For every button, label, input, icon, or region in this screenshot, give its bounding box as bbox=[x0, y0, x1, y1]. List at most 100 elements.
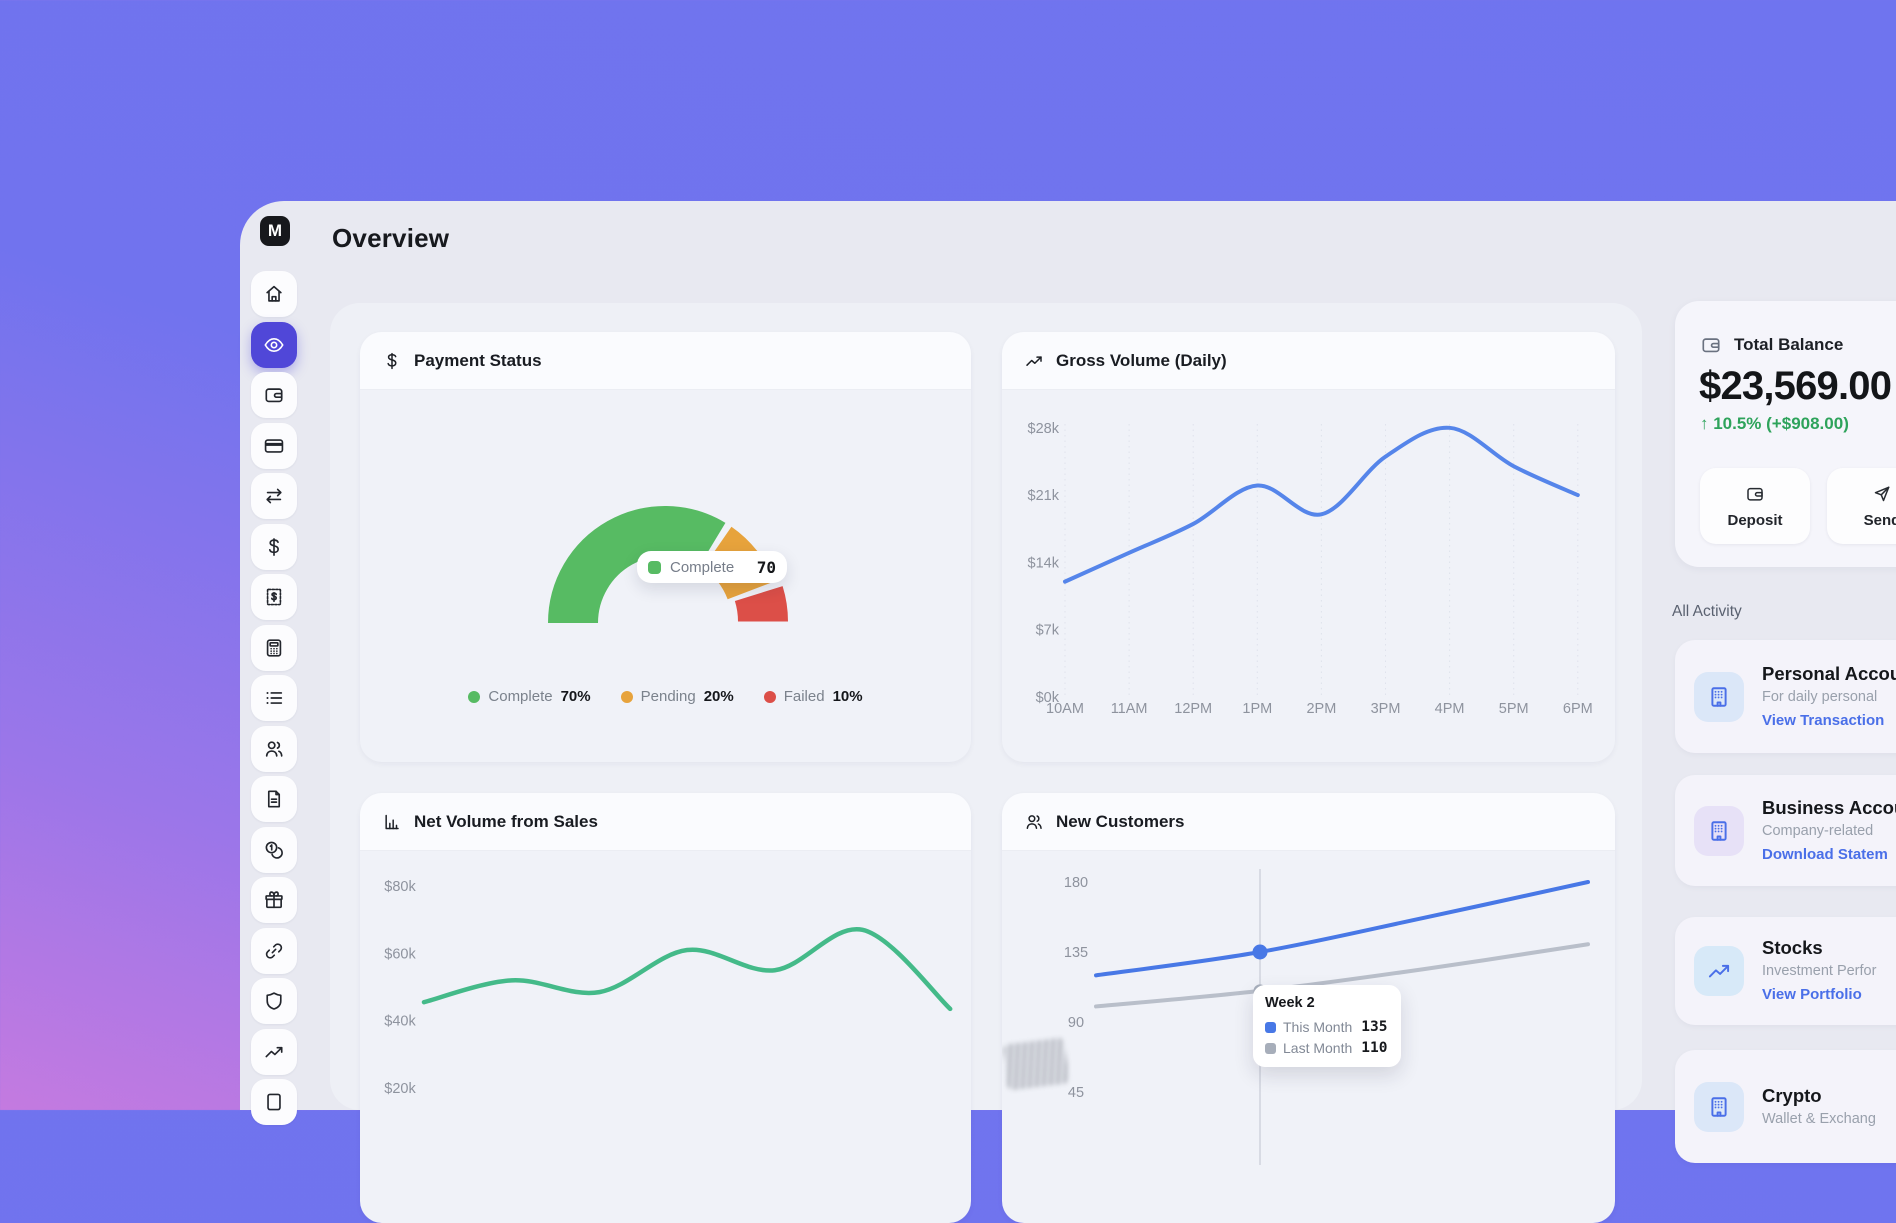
y-axis-label: $28k bbox=[1028, 421, 1060, 437]
total-balance-label: Total Balance bbox=[1734, 335, 1843, 355]
link-icon bbox=[263, 940, 285, 962]
shield-icon bbox=[263, 990, 285, 1012]
data-point-marker-this-month bbox=[1253, 945, 1268, 960]
sidebar-item-gift[interactable] bbox=[251, 877, 297, 923]
sidebar-item-eye[interactable] bbox=[251, 322, 297, 368]
sidebar-item-calculator[interactable] bbox=[251, 625, 297, 671]
activity-subtitle: Investment Perfor bbox=[1762, 960, 1876, 982]
app-logo-letter: M bbox=[268, 221, 282, 241]
activity-text: StocksInvestment PerforView Portfolio bbox=[1762, 917, 1876, 1025]
sidebar-item-receipt[interactable] bbox=[251, 574, 297, 620]
y-axis-label: $80k bbox=[384, 879, 416, 895]
y-axis-label: $40k bbox=[384, 1014, 416, 1030]
send-button[interactable]: Send bbox=[1827, 468, 1896, 544]
x-axis-label: 3PM bbox=[1371, 701, 1401, 717]
sidebar-item-credit-card[interactable] bbox=[251, 423, 297, 469]
gross-volume-line-chart: $0k$7k$14k$21k$28k10AM11AM12PM1PM2PM3PM4… bbox=[1002, 360, 1615, 732]
sidebar-item-shield[interactable] bbox=[251, 978, 297, 1024]
home-icon bbox=[263, 283, 285, 305]
new-customers-line-chart: 180 135 90 45 bbox=[1002, 793, 1615, 1165]
gauge-tooltip-value: 70 bbox=[757, 558, 776, 577]
gift-icon bbox=[263, 889, 285, 911]
y-axis-label: 135 bbox=[1064, 945, 1088, 961]
deposit-button[interactable]: Deposit bbox=[1700, 468, 1810, 544]
y-axis-label: $7k bbox=[1036, 623, 1060, 639]
activity-card-business-account[interactable]: Business AccountCompany-relatedDownload … bbox=[1675, 775, 1896, 886]
y-axis-label: 180 bbox=[1064, 875, 1088, 891]
sidebar-item-device[interactable] bbox=[251, 1079, 297, 1125]
trending-up-icon bbox=[1706, 958, 1732, 984]
new-customers-card: New Customers 1801359045 Week 2 This Mon… bbox=[1002, 793, 1615, 1223]
smudge-artifact bbox=[1002, 1037, 1069, 1090]
legend-item-failed: Failed 10% bbox=[764, 688, 863, 705]
new-customers-tooltip: Week 2 This Month135Last Month110 bbox=[1253, 985, 1401, 1067]
sidebar-item-transfer-arrows[interactable] bbox=[251, 473, 297, 519]
tooltip-label: This Month bbox=[1283, 1019, 1352, 1035]
app-logo[interactable]: M bbox=[260, 216, 290, 246]
payment-status-card: Payment Status Complete 70 Complete70%Pe… bbox=[360, 332, 971, 762]
tooltip-value: 135 bbox=[1361, 1019, 1387, 1035]
y-axis-label: $14k bbox=[1028, 555, 1060, 571]
users-icon bbox=[263, 738, 285, 760]
x-axis-label: 2PM bbox=[1306, 701, 1336, 717]
activity-text: Personal AccountFor daily personalView T… bbox=[1762, 640, 1896, 753]
activity-icon-box bbox=[1694, 946, 1744, 996]
sidebar-item-users[interactable] bbox=[251, 726, 297, 772]
activity-link[interactable]: View Portfolio bbox=[1762, 982, 1876, 1007]
gross-volume-card: Gross Volume (Daily) $0k$7k$14k$21k$28k1… bbox=[1002, 332, 1615, 762]
activity-subtitle: For daily personal bbox=[1762, 686, 1896, 708]
coins-icon bbox=[263, 839, 285, 861]
activity-title: Crypto bbox=[1762, 1083, 1876, 1108]
sidebar-item-dollar[interactable] bbox=[251, 524, 297, 570]
x-axis-label: 4PM bbox=[1435, 701, 1465, 717]
tooltip-swatch bbox=[1265, 1043, 1276, 1054]
calculator-icon bbox=[263, 637, 285, 659]
gauge-segment-failed bbox=[759, 594, 763, 622]
total-balance-header: Total Balance bbox=[1700, 334, 1843, 356]
total-balance-amount: $23,569.00 bbox=[1699, 364, 1891, 409]
activity-link[interactable]: Download Statem bbox=[1762, 842, 1896, 867]
tooltip-value: 110 bbox=[1361, 1040, 1387, 1056]
activity-subtitle: Company-related bbox=[1762, 820, 1896, 842]
activity-card-personal-account[interactable]: Personal AccountFor daily personalView T… bbox=[1675, 640, 1896, 753]
legend-label: Complete bbox=[488, 688, 552, 705]
sidebar-item-coins[interactable] bbox=[251, 827, 297, 873]
line-series-this-month bbox=[1096, 882, 1588, 975]
sidebar-item-document[interactable] bbox=[251, 776, 297, 822]
building-icon bbox=[1706, 684, 1732, 710]
page-title: Overview bbox=[332, 223, 449, 254]
y-axis-label: $20k bbox=[384, 1081, 416, 1097]
x-axis-label: 5PM bbox=[1499, 701, 1529, 717]
gauge-tooltip: Complete 70 bbox=[637, 551, 787, 583]
x-axis-label: 10AM bbox=[1046, 701, 1084, 717]
legend-dot bbox=[468, 691, 480, 703]
sidebar-item-home[interactable] bbox=[251, 271, 297, 317]
tooltip-label: Last Month bbox=[1283, 1040, 1352, 1056]
activity-text: CryptoWallet & Exchang bbox=[1762, 1050, 1876, 1163]
tooltip-row: This Month 135 bbox=[1265, 1019, 1389, 1035]
legend-value: 20% bbox=[704, 688, 734, 705]
legend-dot bbox=[621, 691, 633, 703]
receipt-icon bbox=[263, 586, 285, 608]
action-button-label: Send bbox=[1864, 512, 1896, 529]
line-series-net-volume bbox=[424, 929, 950, 1009]
y-axis-label: 90 bbox=[1068, 1015, 1084, 1031]
total-balance-card: Total Balance $23,569.00 ↑ 10.5% (+$908.… bbox=[1675, 301, 1896, 567]
activity-card-stocks[interactable]: StocksInvestment PerforView Portfolio bbox=[1675, 917, 1896, 1025]
legend-item-complete: Complete 70% bbox=[468, 688, 590, 705]
sidebar-item-wallet[interactable] bbox=[251, 372, 297, 418]
action-button-label: Deposit bbox=[1727, 512, 1782, 529]
sidebar-item-trending-up[interactable] bbox=[251, 1029, 297, 1075]
payment-status-card-header: Payment Status bbox=[360, 332, 971, 390]
activity-card-crypto[interactable]: CryptoWallet & Exchang bbox=[1675, 1050, 1896, 1163]
legend-value: 70% bbox=[561, 688, 591, 705]
legend-label: Failed bbox=[784, 688, 825, 705]
document-icon bbox=[263, 788, 285, 810]
legend-value: 10% bbox=[833, 688, 863, 705]
sidebar-item-link[interactable] bbox=[251, 928, 297, 974]
cards-container: Payment Status Complete 70 Complete70%Pe… bbox=[330, 303, 1642, 1110]
y-axis-label: 45 bbox=[1068, 1085, 1084, 1101]
sidebar-item-list[interactable] bbox=[251, 675, 297, 721]
activity-link[interactable]: View Transaction bbox=[1762, 708, 1896, 733]
y-axis-label: $60k bbox=[384, 946, 416, 962]
